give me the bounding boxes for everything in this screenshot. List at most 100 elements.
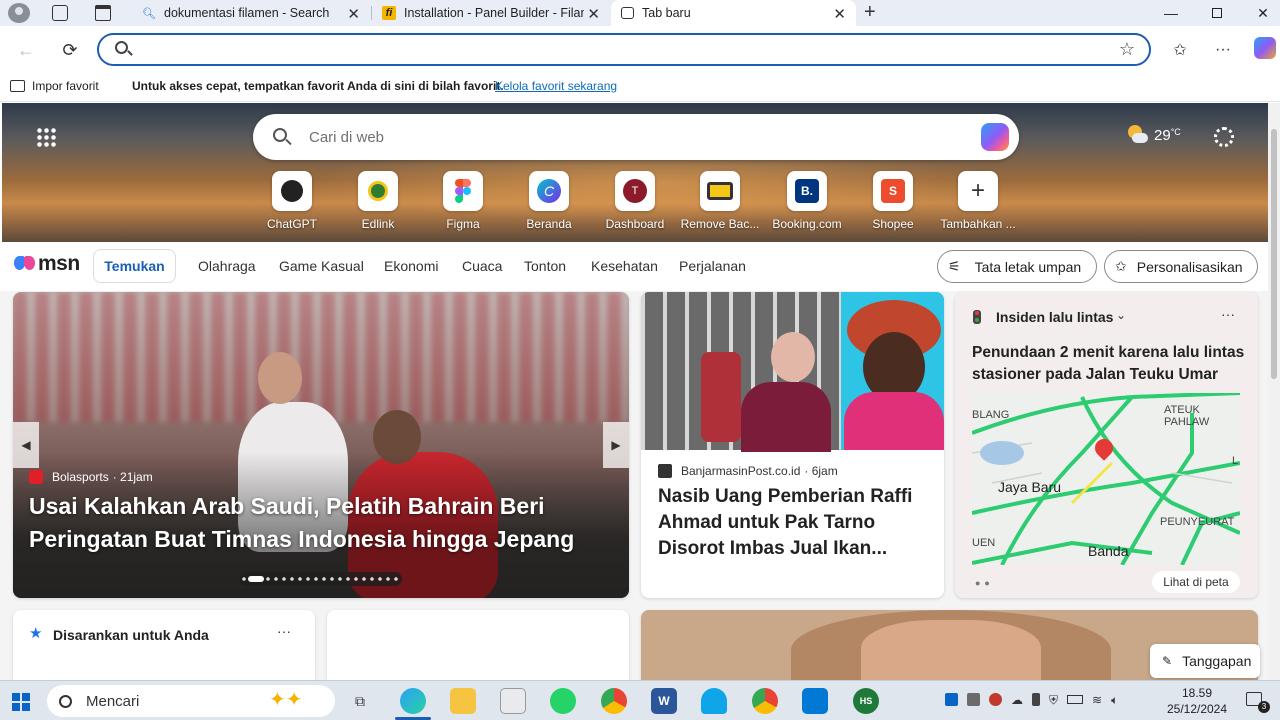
new-tab-button[interactable]: + xyxy=(864,1,876,24)
tab-kesehatan[interactable]: Kesehatan xyxy=(591,258,658,274)
traffic-headline[interactable]: Penundaan 2 menit karena lalu lintas sta… xyxy=(972,342,1247,386)
manage-favorites-link[interactable]: Kelola favorit sekarang xyxy=(495,79,617,93)
chrome-icon[interactable] xyxy=(752,688,778,714)
quicklink-booking[interactable]: B. Booking.com xyxy=(765,171,849,231)
removebg-icon xyxy=(700,171,740,211)
quicklink-dashboard[interactable]: T Dashboard xyxy=(593,171,677,231)
new-tab-icon xyxy=(621,7,634,19)
tab-olahraga[interactable]: Olahraga xyxy=(198,258,256,274)
usb-icon[interactable] xyxy=(1032,693,1040,706)
tab-temukan[interactable]: Temukan xyxy=(93,249,176,283)
app-tray-icon[interactable] xyxy=(989,693,1002,706)
feed-layout-button[interactable]: ⚟ Tata letak umpan xyxy=(937,250,1097,283)
restore-button[interactable] xyxy=(1194,0,1240,26)
file-explorer-icon[interactable] xyxy=(450,688,476,714)
store-icon[interactable] xyxy=(500,688,526,714)
taskbar-search[interactable]: Mencari ✦✦ xyxy=(47,685,335,717)
vscode-icon[interactable] xyxy=(802,688,828,714)
tab-cuaca[interactable]: Cuaca xyxy=(462,258,502,274)
star-icon[interactable]: ☆ xyxy=(1119,39,1135,60)
address-bar[interactable]: ☆ xyxy=(97,33,1151,66)
web-search-box[interactable]: Cari di web xyxy=(253,114,1019,160)
prev-arrow[interactable]: ◀ xyxy=(13,422,39,468)
quicklink-figma[interactable]: Figma xyxy=(421,171,505,231)
apps-grid-icon[interactable] xyxy=(36,127,56,147)
task-view-icon[interactable]: ⧉ xyxy=(347,688,373,714)
quicklink-shopee[interactable]: S Shopee xyxy=(851,171,935,231)
chrome-icon[interactable] xyxy=(601,688,627,714)
edge-icon[interactable] xyxy=(400,688,426,714)
tab-perjalanan[interactable]: Perjalanan xyxy=(679,258,746,274)
app-icon[interactable] xyxy=(701,688,727,714)
chevron-down-icon[interactable]: ⌄ xyxy=(1116,308,1126,322)
main-news-card[interactable]: ◀ ▶ Bolasports · 21jam Usai Kalahkan Ara… xyxy=(13,292,629,598)
settings-gear-icon[interactable] xyxy=(1214,127,1234,147)
page-scrollbar[interactable] xyxy=(1268,103,1280,680)
app-tray-icon[interactable] xyxy=(945,693,958,706)
taskbar: Mencari ✦✦ ⧉ W HS ☁ ⛨ ≋ 🔈︎ 18.59 25/12/2… xyxy=(0,680,1280,720)
canva-icon: C xyxy=(529,171,569,211)
close-tab-icon[interactable]: ✕ xyxy=(587,5,600,23)
app-tray-icon[interactable] xyxy=(967,693,980,706)
weather-temp: 29 xyxy=(1154,126,1171,144)
herd-icon[interactable]: HS xyxy=(853,688,879,714)
next-arrow[interactable]: ▶ xyxy=(603,422,629,468)
close-tab-icon[interactable]: ✕ xyxy=(347,5,360,23)
feedback-button[interactable]: ✎ Tanggapan xyxy=(1150,644,1260,678)
tray-icons[interactable]: ☁ ⛨ ≋ 🔈︎ xyxy=(945,693,1118,708)
tab-new[interactable]: Tab baru ✕ xyxy=(611,0,856,26)
workspaces-icon[interactable] xyxy=(52,5,68,21)
cloud-icon[interactable]: ☁ xyxy=(1011,693,1023,708)
copilot-icon[interactable] xyxy=(981,123,1009,151)
personalize-button[interactable]: ✩ Personalisasikan xyxy=(1104,250,1258,283)
more-options-icon[interactable]: ··· xyxy=(277,623,291,639)
clock[interactable]: 18.59 25/12/2024 xyxy=(1162,685,1232,717)
chatgpt-icon xyxy=(272,171,312,211)
tab-tonton[interactable]: Tonton xyxy=(524,258,566,274)
tab-strip: 🔍︎ dokumentasi filamen - Search ✕ fi Ins… xyxy=(0,0,1280,26)
weather-widget[interactable]: 29 °C xyxy=(1126,125,1181,145)
tab-game-kasual[interactable]: Game Kasual xyxy=(279,258,364,274)
volume-icon[interactable]: 🔈︎ xyxy=(1111,693,1118,708)
whatsapp-icon[interactable] xyxy=(550,688,576,714)
suggested-card[interactable]: ★ Disarankan untuk Anda ··· xyxy=(13,610,315,690)
quicklink-beranda[interactable]: C Beranda xyxy=(507,171,591,231)
close-tab-icon[interactable]: ✕ xyxy=(833,5,846,23)
wifi-icon[interactable]: ≋ xyxy=(1092,693,1102,708)
copilot-icon[interactable] xyxy=(1254,37,1276,59)
more-options-icon[interactable]: ··· xyxy=(1221,306,1235,322)
windows-start-icon[interactable] xyxy=(12,693,30,711)
tab-installation[interactable]: fi Installation - Panel Builder - Filam … xyxy=(372,0,610,26)
profile-icon[interactable] xyxy=(8,3,30,23)
tab-actions-icon[interactable] xyxy=(95,5,111,21)
quicklink-chatgpt[interactable]: ChatGPT xyxy=(250,171,334,231)
address-input[interactable] xyxy=(145,39,1045,61)
quicklink-removebg[interactable]: Remove Bac... xyxy=(678,171,762,231)
import-favorites-link[interactable]: Impor favorit xyxy=(32,79,99,93)
traffic-card[interactable]: Insiden lalu lintas ⌄ ··· Penundaan 2 me… xyxy=(955,292,1258,598)
more-icon[interactable]: ··· xyxy=(1209,36,1237,64)
import-favorites-icon[interactable] xyxy=(10,80,25,92)
quicklink-edlink[interactable]: Edlink xyxy=(336,171,420,231)
traffic-map[interactable]: BLANG ATEUK PAHLAW Jaya Baru PEUNYEURAT … xyxy=(972,393,1240,565)
view-map-button[interactable]: Lihat di peta xyxy=(1152,571,1240,593)
close-window-button[interactable]: ✕ xyxy=(1240,0,1280,26)
news-headline[interactable]: Nasib Uang Pemberian Raffi Ahmad untuk P… xyxy=(658,484,928,562)
tab-search[interactable]: 🔍︎ dokumentasi filamen - Search ✕ xyxy=(132,0,370,26)
refresh-button[interactable]: ⟳ xyxy=(56,36,84,64)
traffic-title[interactable]: Insiden lalu lintas xyxy=(996,309,1113,325)
shield-icon[interactable]: ⛨ xyxy=(1049,693,1058,708)
news-card-2[interactable]: BanjarmasinPost.co.id · 6jam Nasib Uang … xyxy=(641,292,944,598)
news-headline[interactable]: Usai Kalahkan Arab Saudi, Pelatih Bahrai… xyxy=(29,490,599,556)
back-button[interactable]: ← xyxy=(12,36,40,64)
sliders-icon: ⚟ xyxy=(948,258,961,274)
tab-ekonomi[interactable]: Ekonomi xyxy=(384,258,438,274)
msn-logo[interactable]: msn xyxy=(14,252,80,276)
word-icon[interactable]: W xyxy=(651,688,677,714)
minimize-button[interactable]: — xyxy=(1148,0,1194,26)
carousel-dots[interactable] xyxy=(240,572,402,586)
favorites-icon[interactable]: ✩ xyxy=(1166,36,1194,64)
page-dots[interactable]: ●● xyxy=(975,578,994,588)
battery-icon[interactable] xyxy=(1067,695,1084,704)
quicklink-add[interactable]: + Tambahkan ... xyxy=(936,171,1020,231)
